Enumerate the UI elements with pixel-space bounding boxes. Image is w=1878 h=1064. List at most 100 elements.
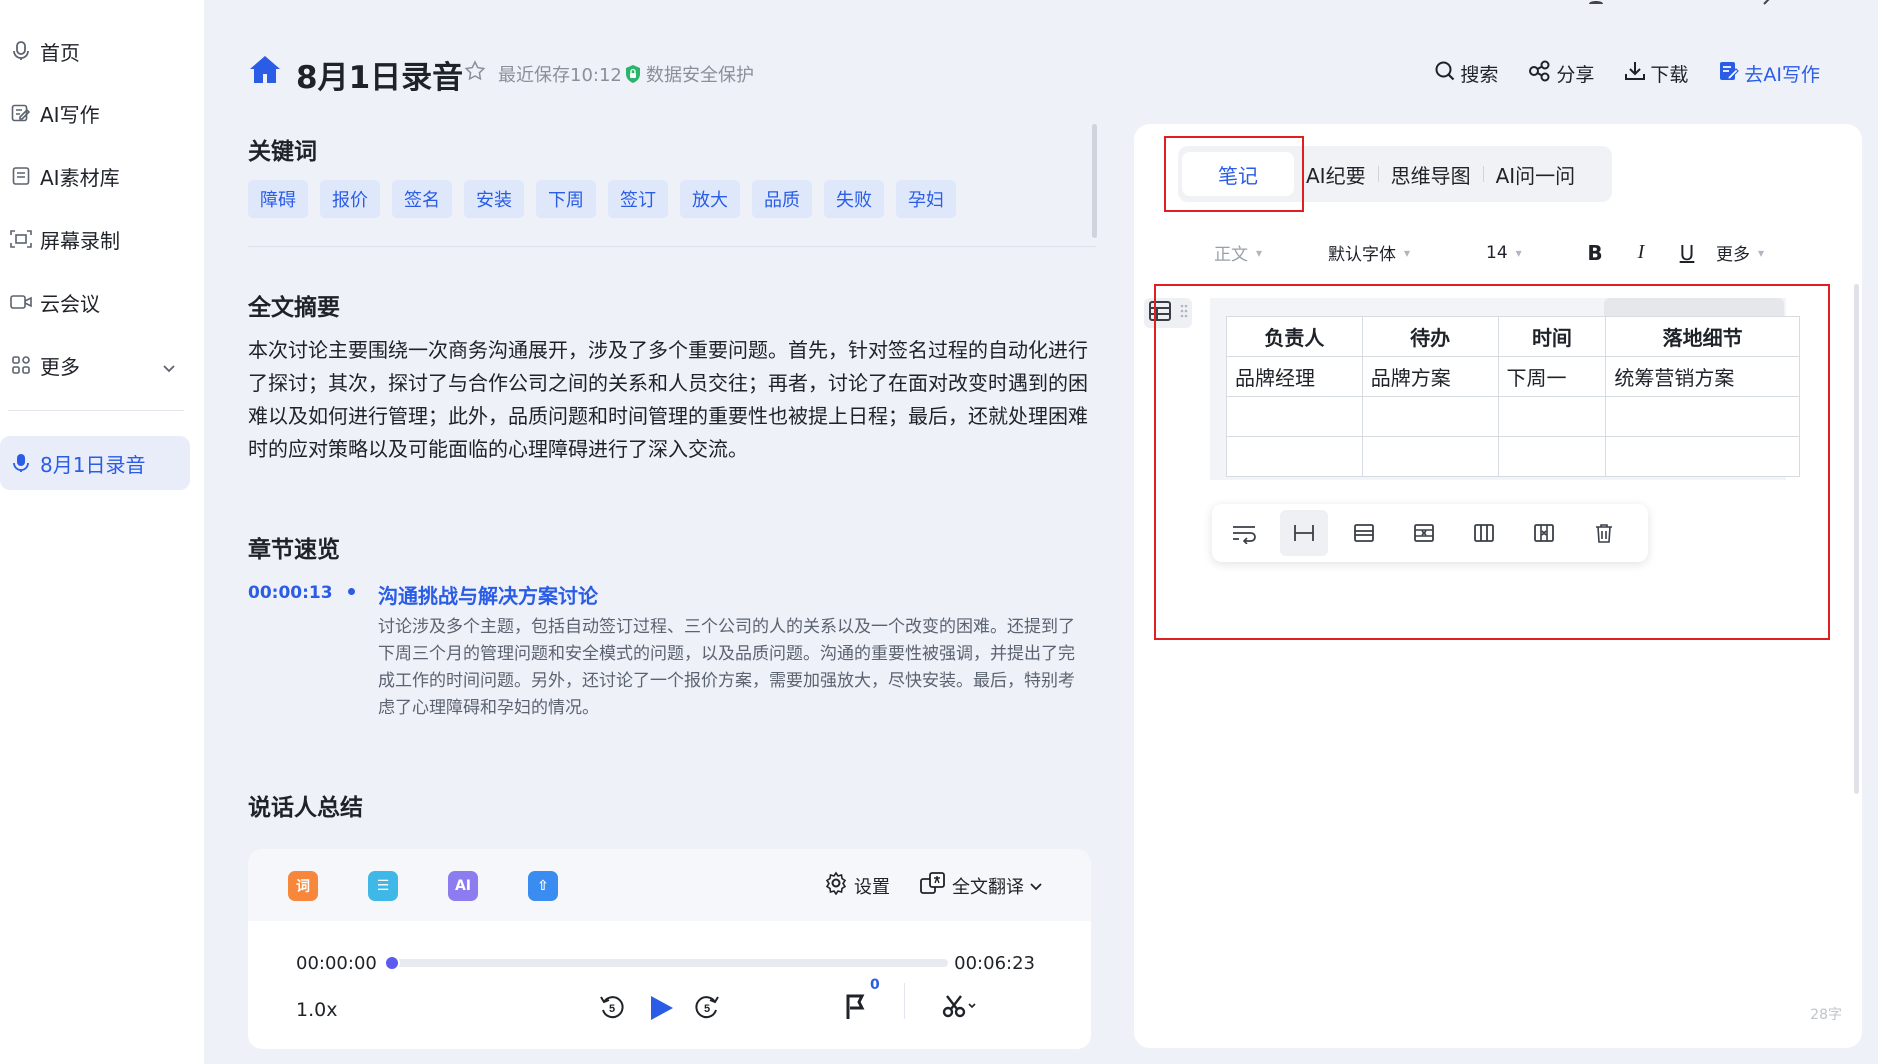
style-select[interactable]: 正文 ▾ [1214, 240, 1308, 265]
gear-icon [824, 871, 848, 900]
sidebar-item-home[interactable]: 首页 [0, 24, 190, 78]
search-label: 搜索 [1460, 64, 1499, 86]
summary-text: 本次讨论主要围绕一次商务沟通展开，涉及了多个重要问题。首先，针对签名过程的自动化… [248, 338, 1088, 461]
download-icon [1624, 60, 1646, 87]
keyword-tag[interactable]: 下周 [536, 180, 596, 218]
keyword-tag[interactable]: 放大 [680, 180, 740, 218]
style-select-value: 正文 [1214, 245, 1248, 265]
secure-badge: 数据安全保护 [624, 61, 754, 87]
edit-icon [10, 102, 32, 124]
progress-track[interactable] [384, 955, 948, 971]
italic-button[interactable]: I [1618, 241, 1664, 264]
size-select-value: 14 [1486, 242, 1508, 263]
play-icon[interactable] [646, 993, 676, 1023]
grid-icon [10, 354, 32, 376]
total-time: 00:06:23 [954, 953, 1035, 974]
bold-button[interactable]: B [1572, 241, 1618, 265]
playback-panel: 00:00:00 00:06:23 1.0x 5 5 0 [248, 921, 1091, 1049]
sidebar: 首页 AI写作 AI素材库 屏幕录制 云会议 更多 8月1日录音 [0, 0, 204, 1064]
settings-button[interactable]: 设置 [824, 871, 890, 900]
more-format-button[interactable]: 更多 ▾ [1716, 240, 1764, 265]
sidebar-item-screen-record[interactable]: 屏幕录制 [0, 212, 190, 266]
header-actions: 搜索 分享 下载 去AI写作 [1434, 60, 1820, 87]
share-icon [1528, 60, 1552, 87]
secure-label: 数据安全保护 [646, 65, 754, 86]
notes-pane: 笔记 AI纪要 思维导图 AI问一问 正文 ▾ 默认字体 ▾ 14 ▾ B I … [1134, 124, 1862, 1048]
keyword-tag[interactable]: 障碍 [248, 180, 308, 218]
speed-button[interactable]: 1.0x [296, 999, 337, 1021]
search-icon [1434, 60, 1456, 87]
download-button[interactable]: 下载 [1624, 60, 1688, 87]
keyword-tag[interactable]: 失败 [824, 180, 884, 218]
underline-button[interactable]: U [1664, 241, 1710, 265]
share-label: 分享 [1556, 64, 1595, 86]
sidebar-item-recording[interactable]: 8月1日录音 [0, 436, 190, 490]
chapter-dot [348, 588, 355, 595]
sidebar-item-label: 屏幕录制 [40, 228, 120, 253]
font-select[interactable]: 默认字体 ▾ [1328, 240, 1486, 265]
word-count: 28字 [1810, 1007, 1842, 1023]
ai-tool-icon[interactable]: AI [448, 871, 478, 901]
current-time: 00:00:00 [296, 953, 377, 974]
keyword-tag[interactable]: 签订 [608, 180, 668, 218]
page-title[interactable]: 8月1日录音 [296, 52, 463, 97]
chevron-down-icon: ▾ [1515, 245, 1522, 260]
keyword-tag[interactable]: 孕妇 [896, 180, 956, 218]
screen-record-icon [10, 228, 32, 250]
size-select[interactable]: 14 ▾ [1486, 243, 1572, 263]
ai-write-label: 去AI写作 [1744, 64, 1820, 86]
right-scrollbar[interactable] [1854, 284, 1859, 794]
svg-text:5: 5 [609, 1003, 615, 1015]
keywords-title: 关键词 [248, 139, 317, 165]
keyword-tags: 障碍 报价 签名 安装 下周 签订 放大 品质 失败 孕妇 [248, 180, 956, 218]
sidebar-item-ai-write[interactable]: AI写作 [0, 86, 190, 140]
sidebar-divider [8, 410, 184, 411]
font-select-value: 默认字体 [1328, 245, 1396, 265]
library-icon [10, 165, 32, 187]
sidebar-item-label: 首页 [40, 40, 80, 65]
tab-ai-ask[interactable]: AI问一问 [1484, 152, 1588, 196]
chapter-timestamp[interactable]: 00:00:13 [248, 583, 333, 603]
tab-ai-minutes[interactable]: AI纪要 [1294, 152, 1378, 196]
chevron-down-icon [1030, 875, 1042, 896]
home-icon[interactable] [248, 54, 282, 90]
star-icon[interactable] [464, 60, 486, 86]
word-tool-icon[interactable]: 词 [288, 871, 318, 901]
chevron-down-icon: ▾ [1404, 245, 1411, 260]
download-label: 下载 [1650, 64, 1689, 86]
ai-write-button[interactable]: 去AI写作 [1718, 60, 1820, 87]
share-button[interactable]: 分享 [1528, 60, 1594, 87]
expand-icon[interactable] [1762, 0, 1778, 11]
sidebar-item-label: 更多 [40, 354, 80, 379]
keyword-tag[interactable]: 报价 [320, 180, 380, 218]
left-scrollbar[interactable] [1092, 124, 1097, 238]
forward-5-icon[interactable]: 5 [693, 993, 721, 1021]
rewind-5-icon[interactable]: 5 [598, 993, 626, 1021]
keyword-tag[interactable]: 品质 [752, 180, 812, 218]
section-divider [248, 246, 1096, 247]
control-divider [904, 983, 905, 1019]
sidebar-item-more[interactable]: 更多 [0, 338, 190, 392]
keyword-tag[interactable]: 签名 [392, 180, 452, 218]
translate-button[interactable]: 全文翻译 [920, 871, 1042, 900]
tab-mind-map[interactable]: 思维导图 [1379, 152, 1483, 196]
ai-edit-icon [1718, 60, 1740, 87]
search-button[interactable]: 搜索 [1434, 60, 1498, 87]
keyword-tag[interactable]: 安装 [464, 180, 524, 218]
cut-icon[interactable] [942, 993, 978, 1019]
sidebar-item-label: AI写作 [40, 102, 100, 127]
flag-count: 0 [870, 977, 880, 993]
annotation-highlight-table [1154, 284, 1830, 640]
chapter-title[interactable]: 沟通挑战与解决方案讨论 [378, 580, 598, 609]
progress-knob[interactable] [384, 955, 400, 971]
list-tool-icon[interactable]: ☰ [368, 871, 398, 901]
chevron-down-icon: ▾ [1758, 245, 1765, 260]
flag-icon[interactable] [844, 993, 868, 1021]
user-icon[interactable] [1588, 0, 1608, 11]
upload-tool-icon[interactable]: ⇧ [528, 871, 558, 901]
sidebar-item-ai-library[interactable]: AI素材库 [0, 149, 190, 203]
mic-icon [10, 40, 32, 62]
sidebar-item-label: 云会议 [40, 291, 100, 316]
sidebar-item-cloud-meeting[interactable]: 云会议 [0, 275, 190, 329]
translate-label: 全文翻译 [952, 876, 1024, 898]
